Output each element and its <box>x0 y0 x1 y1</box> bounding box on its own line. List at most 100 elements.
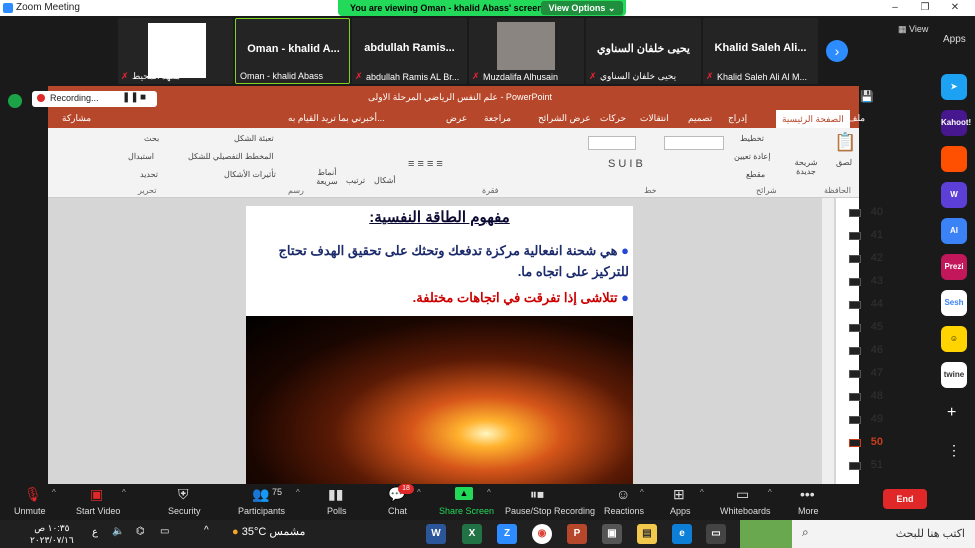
slide-item[interactable]: 44 <box>843 298 883 310</box>
more-button[interactable]: More <box>798 506 819 516</box>
slide-item[interactable]: 40 <box>843 206 883 218</box>
apps-button[interactable]: Apps <box>670 506 691 516</box>
chat-button[interactable]: Chat <box>388 506 407 516</box>
unmute-button[interactable]: Unmute <box>14 506 46 516</box>
participant-thumbnail[interactable]: ✗ معهد المحيط <box>118 18 233 84</box>
tab-transitions[interactable]: انتقالات <box>640 113 669 124</box>
app-orange-icon[interactable] <box>941 146 967 172</box>
polls-button[interactable]: Polls <box>327 506 347 516</box>
apps-icon[interactable]: ⊞ <box>673 486 685 503</box>
shape-fill-button[interactable]: تعبئة الشكل <box>234 134 274 143</box>
stop-recording-icon[interactable]: ■ <box>140 92 146 103</box>
slide-item[interactable]: 46 <box>843 344 883 356</box>
chevron-up-icon[interactable]: ^ <box>768 488 772 497</box>
start-video-button[interactable]: Start Video <box>76 506 120 516</box>
app-prezi-icon[interactable]: Prezi <box>941 254 967 280</box>
shape-outline-button[interactable]: المخطط التفصيلي للشكل <box>188 152 274 161</box>
shield-icon[interactable]: ⛨ <box>178 486 189 503</box>
tab-review[interactable]: مراجعة <box>484 113 511 124</box>
app-twine-icon[interactable]: twine <box>941 362 967 388</box>
slide-item[interactable]: 45 <box>843 321 883 333</box>
search-highlight-image[interactable] <box>740 520 792 548</box>
word-taskbar-icon[interactable]: W <box>426 524 446 544</box>
reset-button[interactable]: إعادة تعيين <box>734 152 770 161</box>
tab-view[interactable]: عرض <box>446 113 467 124</box>
participant-thumbnail[interactable]: ✗ Muzdalifa Alhusain <box>469 18 584 84</box>
slide-canvas[interactable]: مفهوم الطاقة النفسية: ● هي شحنة انفعالية… <box>246 206 633 484</box>
restore-button[interactable]: ❐ <box>910 0 940 16</box>
chevron-up-icon[interactable]: ^ <box>487 488 491 497</box>
chrome-taskbar-icon[interactable]: ◉ <box>532 524 552 544</box>
slide-item[interactable]: 42 <box>843 252 883 264</box>
pause-stop-recording-button[interactable]: Pause/Stop Recording <box>505 506 595 516</box>
tell-me-search[interactable]: أخبرني بما تريد القيام به... <box>288 113 385 124</box>
app-ai-icon[interactable]: AI <box>941 218 967 244</box>
font-name-box[interactable] <box>664 136 724 150</box>
reactions-button[interactable]: Reactions <box>604 506 644 516</box>
zoom-taskbar-icon[interactable]: Z <box>497 524 517 544</box>
tray-chevron-icon[interactable]: ^ <box>204 525 209 536</box>
paragraph-icons[interactable]: ≡ ≡ ≡ ≡ <box>408 158 443 170</box>
add-app-icon[interactable]: + <box>947 404 956 422</box>
tab-file[interactable]: ملف <box>848 113 865 124</box>
tab-slideshow[interactable]: عرض الشرائح <box>538 113 591 124</box>
paste-button[interactable]: لصق <box>836 158 852 167</box>
new-slide-button[interactable]: شريحة جديدة <box>786 158 826 176</box>
end-meeting-button[interactable]: End <box>883 489 927 509</box>
share-screen-button[interactable]: Share Screen <box>439 506 494 516</box>
shape-effects-button[interactable]: تأثيرات الأشكال <box>224 170 276 179</box>
pause-recording-icon[interactable]: ❚❚ <box>122 92 139 103</box>
chevron-up-icon[interactable]: ^ <box>700 488 704 497</box>
security-button[interactable]: Security <box>168 506 201 516</box>
participant-thumbnail-active[interactable]: Oman - khalid A... Oman - khalid Abass <box>235 18 350 84</box>
apps-more-icon[interactable]: ⋮ <box>947 442 961 459</box>
polls-icon[interactable]: ▮▮ <box>328 486 343 503</box>
view-button[interactable]: ▦ View <box>898 24 928 35</box>
file-explorer-taskbar-icon[interactable]: ▤ <box>637 524 657 544</box>
chevron-up-icon[interactable]: ^ <box>52 488 56 497</box>
taskbar-search-box[interactable]: اكتب هنا للبحث ⌕ <box>792 520 975 548</box>
reactions-icon[interactable]: ☺ <box>616 486 630 502</box>
slide-item[interactable]: 48 <box>843 390 883 402</box>
tab-home[interactable]: الصفحة الرئيسية <box>776 110 850 128</box>
minimize-button[interactable]: – <box>880 0 910 16</box>
tab-design[interactable]: تصميم <box>688 113 712 124</box>
store-taskbar-icon[interactable]: ▣ <box>602 524 622 544</box>
more-icon[interactable]: ••• <box>800 486 815 502</box>
volume-icon[interactable]: 🔈 <box>112 526 124 537</box>
select-button[interactable]: تحديد <box>140 170 158 179</box>
arrange-button[interactable]: ترتيب <box>346 176 365 185</box>
shapes-button[interactable]: أشكال <box>374 176 396 185</box>
app-w-icon[interactable]: W <box>941 182 967 208</box>
input-language[interactable]: ع <box>92 527 98 538</box>
close-button[interactable]: ✕ <box>940 0 970 16</box>
chevron-up-icon[interactable]: ^ <box>122 488 126 497</box>
network-icon[interactable]: ⌬ <box>136 526 145 537</box>
chevron-up-icon[interactable]: ^ <box>640 488 644 497</box>
font-style-icons[interactable]: S U I B <box>608 158 643 170</box>
slide-item[interactable]: 41 <box>843 229 883 241</box>
pause-stop-recording-icon[interactable]: ⏸⏹ <box>530 486 544 503</box>
slide-item[interactable]: 47 <box>843 367 883 379</box>
font-size-box[interactable] <box>588 136 636 150</box>
view-options-button[interactable]: View Options ⌄ <box>541 1 623 15</box>
whiteboards-button[interactable]: Whiteboards <box>720 506 771 516</box>
slide-item[interactable]: 43 <box>843 275 883 287</box>
battery-icon[interactable]: ▭ <box>160 526 169 537</box>
paste-icon[interactable]: 📋 <box>834 132 856 153</box>
participant-thumbnail[interactable]: Khalid Saleh Ali... ✗ Khalid Saleh Ali A… <box>703 18 818 84</box>
slide-scrollbar[interactable] <box>822 198 834 484</box>
app-kahoot-icon[interactable]: Kahoot! <box>941 110 971 136</box>
edge-taskbar-icon[interactable]: e <box>672 524 692 544</box>
slide-item[interactable]: 51 <box>843 459 883 471</box>
app-arrow-icon[interactable]: ➤ <box>941 74 967 100</box>
chevron-up-icon[interactable]: ^ <box>296 488 300 497</box>
video-off-icon[interactable]: ▣ <box>90 486 103 503</box>
section-button[interactable]: مقطع <box>746 170 765 179</box>
participants-button[interactable]: Participants <box>238 506 285 516</box>
app-sesh-icon[interactable]: Sesh <box>941 290 967 316</box>
replace-button[interactable]: استبدال <box>128 152 154 161</box>
excel-taskbar-icon[interactable]: X <box>462 524 482 544</box>
task-view-icon[interactable]: ▭ <box>706 524 726 544</box>
tab-insert[interactable]: إدراج <box>728 113 747 124</box>
